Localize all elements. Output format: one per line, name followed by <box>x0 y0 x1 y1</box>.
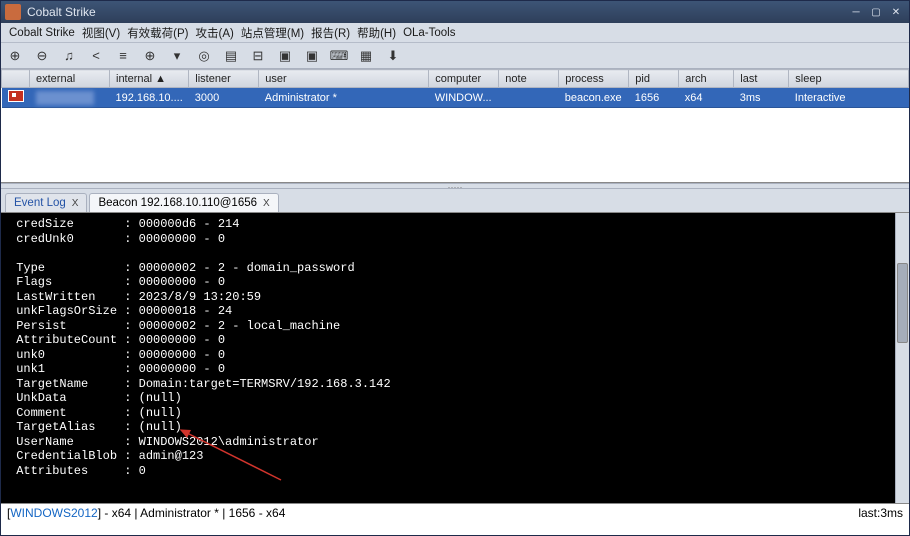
target-icon[interactable]: ◎ <box>196 48 212 64</box>
close-icon[interactable]: X <box>72 198 79 209</box>
cell-pid: 1656 <box>629 88 679 108</box>
tab-event-log[interactable]: Event Log X <box>5 193 87 212</box>
col-process[interactable]: process <box>559 70 629 88</box>
sessions-table: external internal ▲ listener user comput… <box>1 69 909 108</box>
link-icon[interactable]: ⊖ <box>34 48 50 64</box>
cell-computer: WINDOW... <box>429 88 499 108</box>
menu-payload[interactable]: 有效载荷(P) <box>125 24 190 42</box>
status-right: last:3ms <box>858 506 903 520</box>
cell-sleep: Interactive <box>789 88 909 108</box>
globe-icon[interactable]: ⊕ <box>142 48 158 64</box>
session-icon <box>8 90 24 102</box>
cell-process: beacon.exe <box>559 88 629 108</box>
col-last[interactable]: last <box>734 70 789 88</box>
window-controls: ─ ▢ ✕ <box>847 5 905 19</box>
close-button[interactable]: ✕ <box>887 5 905 19</box>
menu-ola[interactable]: OLa-Tools <box>401 26 457 40</box>
menu-site[interactable]: 站点管理(M) <box>239 24 306 42</box>
minimize-button[interactable]: ─ <box>847 5 865 19</box>
console-scrollbar[interactable] <box>895 213 909 503</box>
cell-arch: x64 <box>679 88 734 108</box>
bars-icon[interactable]: ⊟ <box>250 48 266 64</box>
window-title: Cobalt Strike <box>27 5 847 19</box>
grid-icon[interactable]: ▦ <box>358 48 374 64</box>
cell-note <box>499 88 559 108</box>
table-header-row: external internal ▲ listener user comput… <box>2 70 909 88</box>
status-bar: [WINDOWS2012] - x64 | Administrator * | … <box>1 503 909 521</box>
menu-bar: Cobalt Strike 视图(V) 有效载荷(P) 攻击(A) 站点管理(M… <box>1 23 909 43</box>
share-icon[interactable]: < <box>88 48 104 64</box>
headphones-icon[interactable]: ♫ <box>61 48 77 64</box>
toolbar: ⊕ ⊖ ♫ < ≡ ⊕ ▾ ◎ ▤ ⊟ ▣ ▣ ⌨ ▦ ⬇ <box>1 43 909 69</box>
cell-user: Administrator * <box>259 88 429 108</box>
cell-last: 3ms <box>734 88 789 108</box>
col-icon[interactable] <box>2 70 30 88</box>
col-computer[interactable]: computer <box>429 70 499 88</box>
maximize-button[interactable]: ▢ <box>867 5 885 19</box>
beacon-console[interactable]: credSize : 000000d6 - 214 credUnk0 : 000… <box>1 213 909 503</box>
status-left: [WINDOWS2012] - x64 | Administrator * | … <box>7 506 858 520</box>
sessions-panel: external internal ▲ listener user comput… <box>1 69 909 183</box>
col-listener[interactable]: listener <box>189 70 259 88</box>
plus-circle-icon[interactable]: ⊕ <box>7 48 23 64</box>
download-icon[interactable]: ⬇ <box>385 48 401 64</box>
menu-attack[interactable]: 攻击(A) <box>194 24 236 42</box>
app-icon <box>5 4 21 20</box>
computer-icon[interactable]: ▣ <box>277 48 293 64</box>
close-icon[interactable]: X <box>263 198 270 209</box>
menu-cobalt[interactable]: Cobalt Strike <box>7 26 77 40</box>
col-note[interactable]: note <box>499 70 559 88</box>
title-bar: Cobalt Strike ─ ▢ ✕ <box>1 1 909 23</box>
tab-label: Beacon 192.168.10.110@1656 <box>98 197 257 209</box>
keyboard-icon[interactable]: ⌨ <box>331 48 347 64</box>
col-pid[interactable]: pid <box>629 70 679 88</box>
tab-bar: Event Log X Beacon 192.168.10.110@1656 X <box>1 189 909 213</box>
col-user[interactable]: user <box>259 70 429 88</box>
col-internal[interactable]: internal ▲ <box>110 70 189 88</box>
col-external[interactable]: external <box>30 70 110 88</box>
dropdown-icon[interactable]: ▾ <box>169 48 185 64</box>
col-sleep[interactable]: sleep <box>789 70 909 88</box>
col-arch[interactable]: arch <box>679 70 734 88</box>
splitter[interactable] <box>1 183 909 189</box>
cell-internal: 192.168.10.... <box>110 88 189 108</box>
tab-beacon[interactable]: Beacon 192.168.10.110@1656 X <box>89 193 278 212</box>
menu-report[interactable]: 报告(R) <box>309 24 352 42</box>
menu-view[interactable]: 视图(V) <box>80 24 122 42</box>
list-icon[interactable]: ≡ <box>115 48 131 64</box>
session-row[interactable]: 192.168.10.... 3000 Administrator * WIND… <box>2 88 909 108</box>
camera-icon[interactable]: ▣ <box>304 48 320 64</box>
menu-help[interactable]: 帮助(H) <box>355 24 398 42</box>
cell-external <box>30 88 110 108</box>
document-icon[interactable]: ▤ <box>223 48 239 64</box>
tab-label: Event Log <box>14 197 66 209</box>
cell-listener: 3000 <box>189 88 259 108</box>
